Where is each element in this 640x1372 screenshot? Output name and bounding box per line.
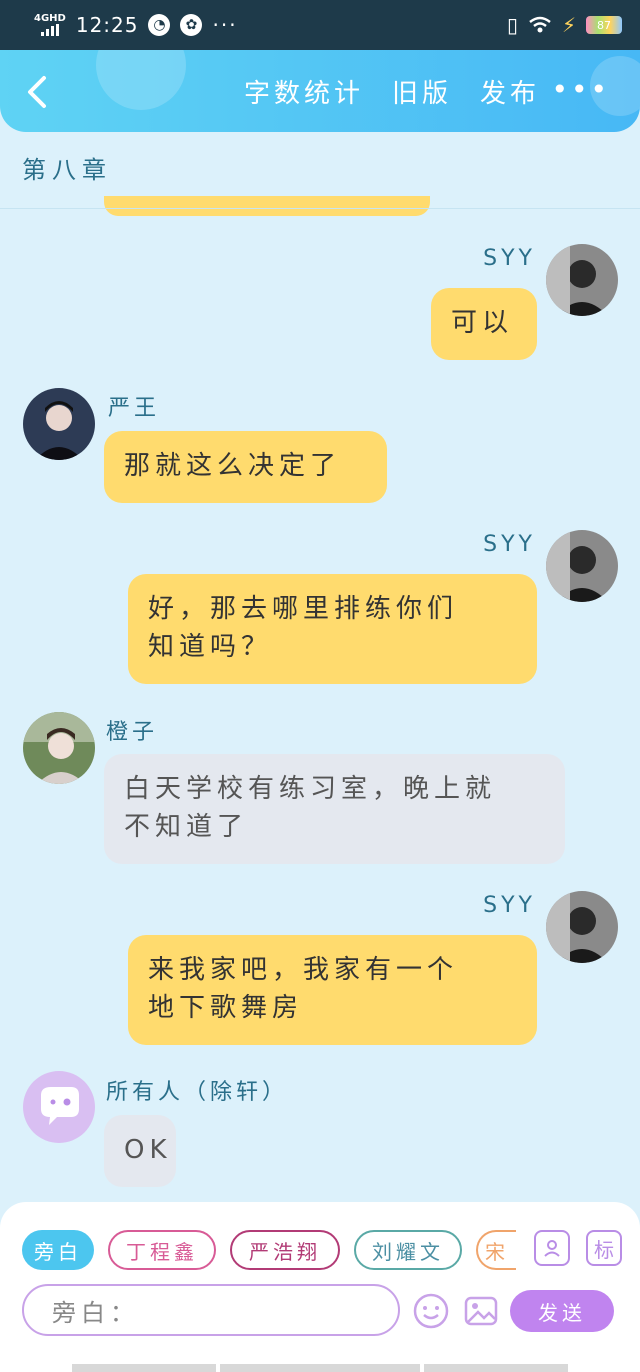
avatar[interactable] xyxy=(546,891,618,963)
speaker-name: 橙子 xyxy=(106,720,159,745)
chapter-title: 第八章 xyxy=(22,156,112,184)
tag-button[interactable]: 标 xyxy=(586,1230,622,1266)
old-version-button[interactable]: 旧版 xyxy=(392,73,452,110)
message-line: 来我家吧，我家有一个 xyxy=(148,955,459,985)
message-bubble: 来我家吧，我家有一个 地下歌舞房 xyxy=(128,935,537,1045)
speaker-name: SYY xyxy=(483,246,536,271)
avatar[interactable] xyxy=(546,244,618,316)
speaker-name: 严王 xyxy=(108,396,161,421)
message-line: 不知道了 xyxy=(124,812,249,842)
image-icon[interactable] xyxy=(462,1292,500,1330)
message-bubble: 那就这么决定了 xyxy=(104,431,387,503)
signal-icon: 4GHD xyxy=(34,14,66,36)
avatar[interactable] xyxy=(546,530,618,602)
role-chip[interactable]: 丁程鑫 xyxy=(108,1230,216,1270)
speed-icon: ◔ xyxy=(148,14,171,36)
role-chip[interactable]: 宋 xyxy=(476,1230,516,1270)
battery-icon: 87 xyxy=(586,16,622,34)
speaker-name: SYY xyxy=(483,532,536,557)
more-options-icon[interactable]: ••• xyxy=(551,76,610,104)
nav-bar-segment xyxy=(220,1364,420,1372)
message-bubble: 可以 xyxy=(431,288,537,360)
avatar[interactable] xyxy=(23,712,95,784)
network-type: 4GHD xyxy=(34,13,66,24)
speaker-name: SYY xyxy=(483,893,536,918)
wifi-icon xyxy=(529,16,551,33)
message-line: 地下歌舞房 xyxy=(148,993,304,1023)
vibrate-icon: ▯ xyxy=(506,13,518,37)
message-line: 白天学校有练习室，晚上就 xyxy=(124,774,497,804)
more-notifications-icon: ··· xyxy=(212,13,238,37)
publish-button[interactable]: 发布 xyxy=(480,73,540,110)
message-line: 好，那去哪里排练你们 xyxy=(148,594,459,624)
message-bubble: OK xyxy=(104,1115,176,1187)
status-bar: 4GHD 12:25 ◔ ✿ ··· ▯ ⚡ 87 xyxy=(0,0,640,50)
back-arrow-icon[interactable] xyxy=(22,72,52,112)
message-line: 知道吗？ xyxy=(148,632,273,662)
clock: 12:25 xyxy=(75,13,139,37)
role-chip-narration[interactable]: 旁白 xyxy=(22,1230,94,1270)
chapter-divider xyxy=(0,208,640,209)
charging-icon: ⚡ xyxy=(561,13,576,37)
message-bubble: 好，那去哪里排练你们 知道吗？ xyxy=(128,574,537,684)
word-count-button[interactable]: 字数统计 xyxy=(244,73,364,110)
avatar[interactable] xyxy=(23,388,95,460)
wechat-icon: ✿ xyxy=(180,14,203,36)
top-app-bar: 字数统计 旧版 发布 ••• xyxy=(0,50,640,132)
emoji-icon[interactable] xyxy=(412,1292,450,1330)
nav-bar-segment xyxy=(72,1364,216,1372)
role-chip[interactable]: 严浩翔 xyxy=(230,1230,340,1270)
previous-message-bubble xyxy=(104,196,430,216)
speaker-name: 所有人（除轩） xyxy=(106,1080,289,1105)
role-manage-icon[interactable] xyxy=(534,1230,570,1266)
nav-bar-segment xyxy=(424,1364,568,1372)
role-chip[interactable]: 刘耀文 xyxy=(354,1230,462,1270)
send-button[interactable]: 发送 xyxy=(510,1290,614,1332)
speech-bubble-icon xyxy=(41,1087,79,1125)
composer-panel: 旁白 丁程鑫 严浩翔 刘耀文 宋 标 旁白： 发送 xyxy=(0,1202,640,1372)
message-bubble: 白天学校有练习室，晚上就 不知道了 xyxy=(104,754,565,864)
message-input[interactable]: 旁白： xyxy=(22,1284,400,1336)
group-chat-avatar[interactable] xyxy=(23,1071,95,1143)
